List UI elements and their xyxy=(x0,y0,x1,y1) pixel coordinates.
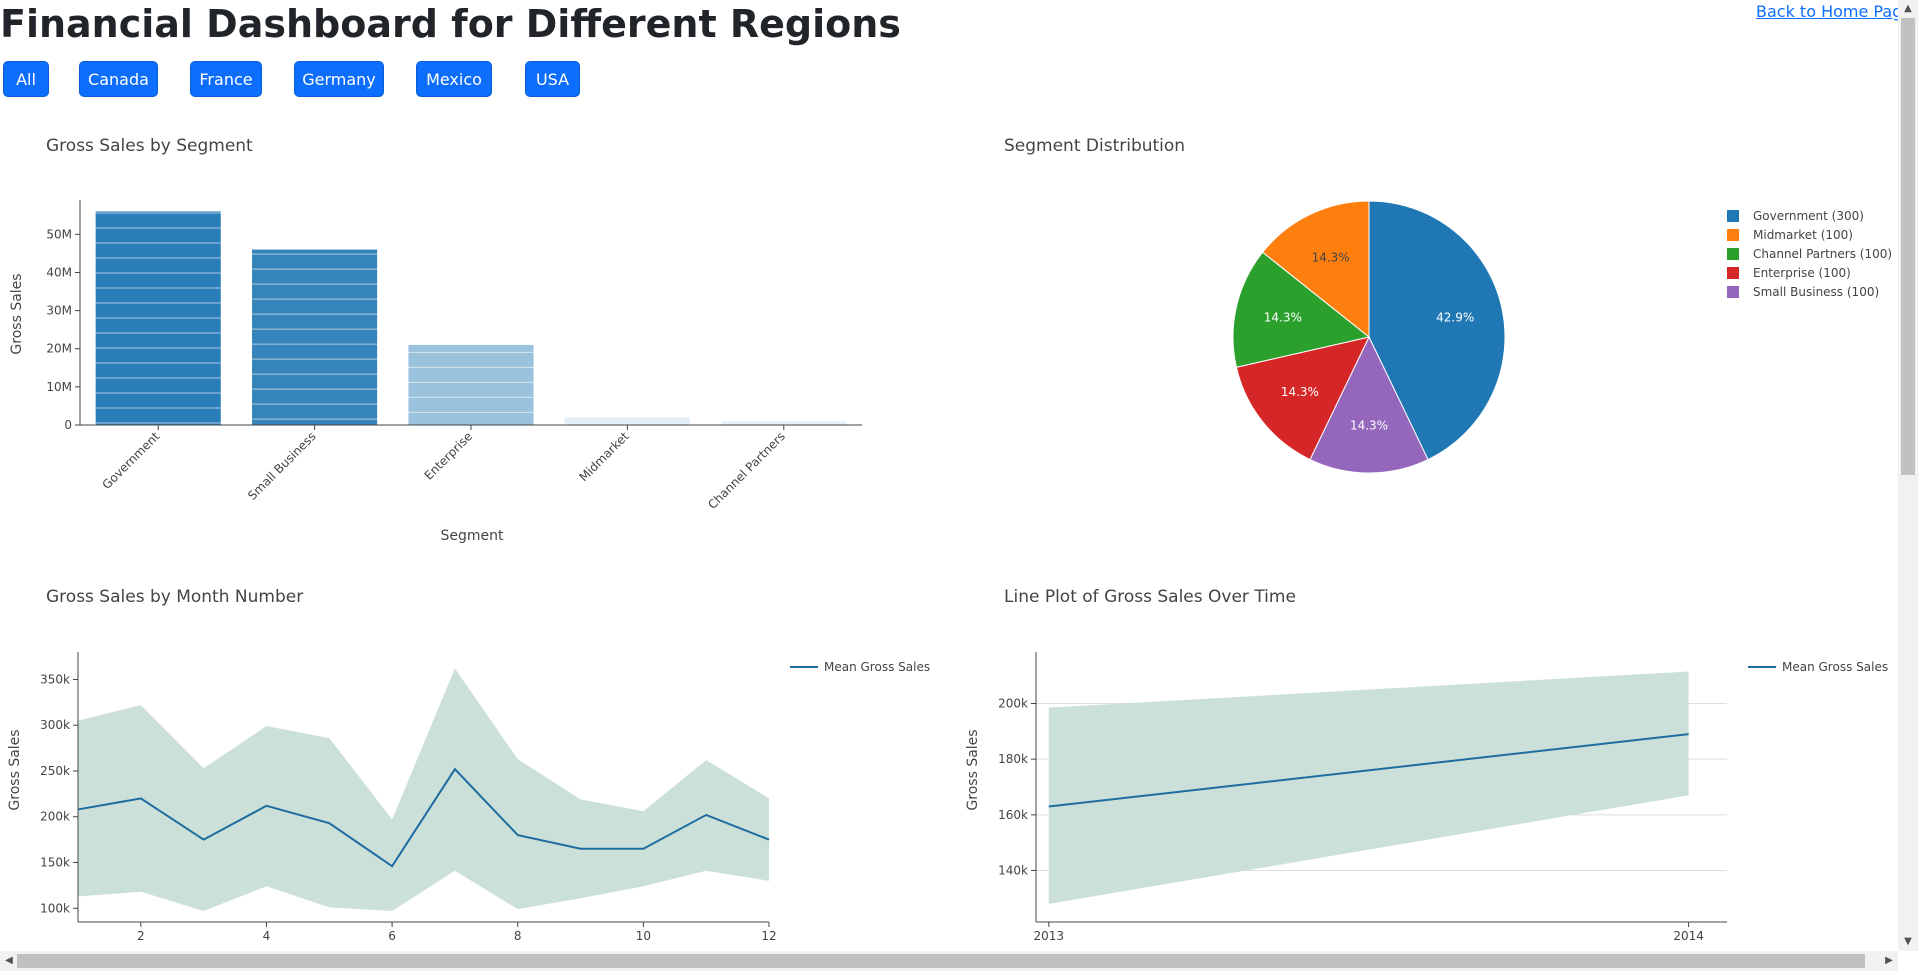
pie-slice-label: 14.3% xyxy=(1264,310,1302,324)
scroll-right-arrow-icon[interactable]: ▶ xyxy=(1881,953,1897,969)
legend-label: Channel Partners (100) xyxy=(1753,247,1892,261)
bar-chart-xlabel: Segment xyxy=(441,528,505,544)
y-tick-label: 200k xyxy=(998,696,1028,710)
y-tick-label: 40M xyxy=(46,265,72,279)
y-tick-label: 140k xyxy=(998,864,1028,878)
x-tick-label: 6 xyxy=(388,929,396,943)
year-chart-title: Line Plot of Gross Sales Over Time xyxy=(1004,587,1296,607)
legend-label: Enterprise (100) xyxy=(1753,266,1851,280)
x-tick-label: Channel Partners xyxy=(705,429,788,512)
pie-slice-label: 14.3% xyxy=(1281,385,1319,399)
year-chart: Line Plot of Gross Sales Over Time Gross… xyxy=(965,587,1888,943)
y-tick-label: 350k xyxy=(40,672,70,686)
y-tick-label: 100k xyxy=(40,901,70,915)
pie-slice-label: 14.3% xyxy=(1350,418,1388,432)
legend-label: Mean Gross Sales xyxy=(824,660,930,674)
legend-label: Midmarket (100) xyxy=(1753,228,1853,242)
x-tick-label: Midmarket xyxy=(576,429,631,484)
x-tick-label: 10 xyxy=(636,929,651,943)
x-tick-label: 2013 xyxy=(1034,929,1065,943)
x-tick-label: 2 xyxy=(137,929,145,943)
x-tick-label: Government xyxy=(99,429,162,492)
bar-chart-title: Gross Sales by Segment xyxy=(46,136,253,156)
x-tick-label: 4 xyxy=(263,929,271,943)
y-tick-label: 180k xyxy=(998,752,1028,766)
confidence-band xyxy=(1048,671,1689,904)
confidence-band xyxy=(78,668,769,912)
pie-chart: Segment Distribution 42.9% 14.3% 14.3% 14.3… xyxy=(1004,136,1892,474)
scroll-down-arrow-icon[interactable]: ▼ xyxy=(1900,934,1916,950)
x-tick-label: Enterprise xyxy=(422,429,476,483)
x-tick-label: 8 xyxy=(514,929,522,943)
y-tick-label: 0 xyxy=(64,418,72,432)
bar xyxy=(408,344,534,425)
y-tick-label: 150k xyxy=(40,856,70,870)
legend-label: Mean Gross Sales xyxy=(1782,660,1888,674)
year-chart-ylabel: Gross Sales xyxy=(965,729,981,810)
bar-chart: Gross Sales by Segment Segment Gross Sal… xyxy=(9,136,862,544)
legend-label: Government (300) xyxy=(1753,209,1864,223)
month-chart-ylabel: Gross Sales xyxy=(7,729,23,810)
scroll-left-arrow-icon[interactable]: ◀ xyxy=(1,953,17,969)
pie-slice-label: 14.3% xyxy=(1312,250,1350,264)
legend-swatch xyxy=(1727,210,1739,222)
scroll-up-arrow-icon[interactable]: ▲ xyxy=(1900,1,1916,17)
pie-chart-title: Segment Distribution xyxy=(1004,136,1185,156)
y-tick-label: 200k xyxy=(40,810,70,824)
month-chart: Gross Sales by Month Number Gross Sales … xyxy=(7,587,930,943)
legend-swatch xyxy=(1727,286,1739,298)
x-tick-label: 2014 xyxy=(1673,929,1704,943)
bar xyxy=(564,417,690,425)
legend-swatch xyxy=(1727,267,1739,279)
bar xyxy=(252,249,378,425)
x-tick-label: Small Business xyxy=(245,429,319,503)
bar xyxy=(721,421,847,425)
horizontal-scrollbar-thumb[interactable] xyxy=(17,954,1865,968)
y-tick-label: 50M xyxy=(46,227,72,241)
bar-chart-ylabel: Gross Sales xyxy=(9,273,25,354)
legend-label: Small Business (100) xyxy=(1753,285,1879,299)
x-tick-label: 12 xyxy=(761,929,776,943)
y-tick-label: 300k xyxy=(40,718,70,732)
y-tick-label: 10M xyxy=(46,380,72,394)
y-tick-label: 160k xyxy=(998,808,1028,822)
pie-slice-label: 42.9% xyxy=(1436,310,1474,324)
y-tick-label: 30M xyxy=(46,304,72,318)
y-tick-label: 20M xyxy=(46,342,72,356)
charts-canvas: Gross Sales by Segment Segment Gross Sal… xyxy=(7,136,1892,943)
y-tick-label: 250k xyxy=(40,764,70,778)
legend-swatch xyxy=(1727,229,1739,241)
month-chart-title: Gross Sales by Month Number xyxy=(46,587,303,607)
legend-swatch xyxy=(1727,248,1739,260)
vertical-scrollbar-thumb[interactable] xyxy=(1901,18,1915,475)
